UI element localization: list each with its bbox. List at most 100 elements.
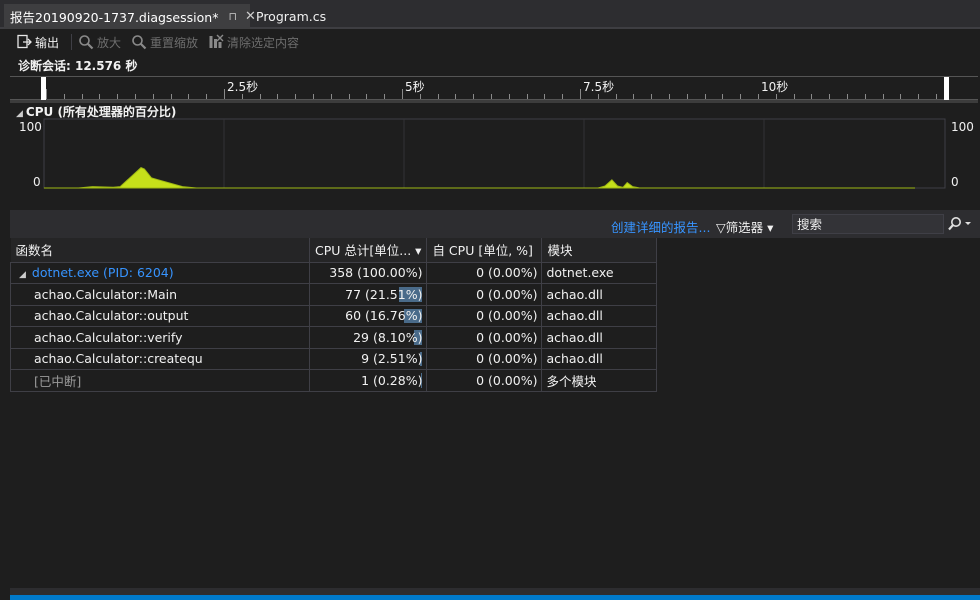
ruler-tick [918, 94, 920, 99]
function-name-cell: achao.Calculator::verify [10, 326, 310, 349]
column-header-module[interactable]: 模块 [541, 238, 658, 262]
ruler-tick [793, 94, 795, 99]
sort-descending-icon: ▾ [415, 243, 422, 259]
module-cell: 多个模块 [541, 369, 658, 392]
export-label: 输出 [35, 35, 60, 50]
column-header-cpu-total-label: CPU 总计[单位... [315, 243, 412, 259]
table-row[interactable]: achao.Calculator::createqu 9 (2.51%) 0 (… [10, 347, 658, 370]
ruler-tick [135, 94, 136, 99]
ruler-tick [348, 94, 350, 99]
column-header-self-cpu[interactable]: 自 CPU [单位, %] [426, 238, 543, 262]
create-detailed-report-link[interactable]: 创建详细的报告... [611, 217, 710, 236]
self-cpu-value: 0 (0.00%) [476, 351, 538, 367]
ruler-tick [117, 94, 119, 99]
ruler-tick [402, 89, 403, 99]
column-header-function-name[interactable]: 函数名 [10, 238, 310, 262]
self-cpu-cell: 0 (0.00%) [426, 261, 543, 284]
expand-triangle-icon[interactable]: ◢ [19, 270, 26, 280]
ruler-tick [419, 94, 421, 99]
status-bar [10, 595, 980, 600]
table-row[interactable]: achao.Calculator::Main 77 (21.51%) 0 (0.… [10, 283, 658, 306]
cpu-total-value: 60 (16.76%) [345, 308, 423, 324]
ruler-tick [330, 94, 332, 99]
ruler-label: 5秒 [405, 80, 425, 94]
ruler-label: 10秒 [761, 80, 789, 94]
module-cell: achao.dll [541, 304, 658, 327]
tab-diagsession[interactable]: 报告20190920-1737.diagsession* ⊓ ✕ [4, 4, 256, 29]
cpu-total-value: 358 (100.00%) [329, 265, 423, 281]
cpu-total-value: 29 (8.10%) [353, 329, 423, 345]
report-filter-bar: 创建详细的报告... ▽筛选器 ▾ [10, 210, 980, 238]
ruler-tick [597, 94, 599, 99]
cpu-plot [43, 118, 946, 189]
document-tab-strip: 报告20190920-1737.diagsession* ⊓ ✕ Program… [0, 0, 980, 29]
ruler-tick [829, 94, 831, 99]
self-cpu-cell: 0 (0.00%) [426, 304, 543, 327]
ruler-tick [366, 94, 368, 99]
ruler-tick [277, 94, 279, 99]
table-row[interactable]: achao.Calculator::output 60 (16.76%) 0 (… [10, 304, 658, 327]
ruler-tick [811, 94, 813, 99]
table-row[interactable]: achao.Calculator::verify 29 (8.10%) 0 (0… [10, 326, 658, 349]
cpu-graph[interactable]: 100 0 100 0 [0, 118, 980, 206]
ruler-tick [46, 89, 47, 99]
ruler-tick [508, 94, 510, 99]
cpu-total-value: 1 (0.28%) [361, 372, 423, 388]
ruler-tick [882, 94, 884, 99]
reset-zoom-button[interactable]: 重置缩放 [131, 34, 198, 51]
module-cell: dotnet.exe [541, 261, 658, 284]
function-name-cell: ◢ dotnet.exe (PID: 6204) [10, 261, 310, 284]
zoom-in-button[interactable]: 放大 [78, 34, 121, 51]
ruler-label: 7.5秒 [583, 80, 615, 94]
export-icon [16, 34, 32, 50]
selection-end-handle[interactable] [944, 77, 949, 100]
ruler-tick [686, 94, 688, 99]
search-input[interactable] [792, 214, 944, 234]
function-name-cell: [已中断] [10, 369, 310, 392]
module-cell: achao.dll [541, 283, 658, 306]
self-cpu-value: 0 (0.00%) [476, 265, 538, 281]
column-header-cpu-total[interactable]: CPU 总计[单位... ▾ [309, 238, 428, 262]
self-cpu-value: 0 (0.00%) [476, 308, 538, 324]
clear-selection-label: 清除选定内容 [227, 35, 300, 50]
ruler-tick [722, 94, 724, 99]
function-name: dotnet.exe (PID: 6204) [31, 265, 174, 281]
ruler-tick [259, 94, 261, 99]
ruler-tick [206, 94, 208, 99]
ruler-tick [437, 94, 439, 99]
pin-icon[interactable]: ⊓ [228, 10, 237, 23]
ruler-tick [63, 94, 65, 99]
horizontal-scrollbar[interactable] [10, 588, 980, 595]
search-icon[interactable] [944, 215, 974, 233]
ruler-tick [99, 94, 101, 99]
ruler-tick [864, 94, 866, 99]
function-name-cell: achao.Calculator::createqu [10, 347, 310, 370]
timeline-ruler[interactable]: 2.5秒 5秒 7.5秒 10秒 [10, 76, 978, 100]
ruler-tick [633, 94, 635, 99]
ruler-tick [651, 94, 653, 99]
ruler-tick [669, 94, 670, 99]
ruler-tick [526, 94, 528, 99]
ruler-tick [615, 94, 617, 99]
function-table: 函数名 CPU 总计[单位... ▾ 自 CPU [单位, %] 模块 ◢ dot… [10, 238, 980, 588]
self-cpu-value: 0 (0.00%) [476, 329, 538, 345]
left-gutter [0, 30, 10, 600]
clear-selection-button[interactable]: 清除选定内容 [208, 34, 299, 51]
table-header-row: 函数名 CPU 总计[单位... ▾ 自 CPU [单位, %] 模块 [10, 238, 658, 262]
self-cpu-cell: 0 (0.00%) [426, 283, 543, 306]
ruler-tick [900, 94, 902, 99]
filter-dropdown[interactable]: ▽筛选器 ▾ [716, 217, 773, 236]
cpu-total-cell: 77 (21.51%) [308, 283, 428, 306]
ruler-tick [241, 94, 243, 99]
self-cpu-cell: 0 (0.00%) [426, 347, 543, 370]
ruler-tick [170, 94, 172, 99]
ruler-tick [740, 94, 742, 99]
cpu-total-cell: 60 (16.76%) [308, 304, 428, 327]
tab-program-cs[interactable]: Program.cs [250, 4, 332, 29]
ruler-tick [758, 94, 759, 99]
table-row[interactable]: ◢ dotnet.exe (PID: 6204) 358 (100.00%) 0 … [10, 261, 658, 284]
export-button[interactable]: 输出 [16, 34, 59, 51]
chevron-down-icon: ▾ [767, 220, 774, 235]
table-row[interactable]: [已中断] 1 (0.28%) 0 (0.00%) 多个模块 [10, 369, 658, 392]
cpu-plot-frame [43, 118, 946, 189]
